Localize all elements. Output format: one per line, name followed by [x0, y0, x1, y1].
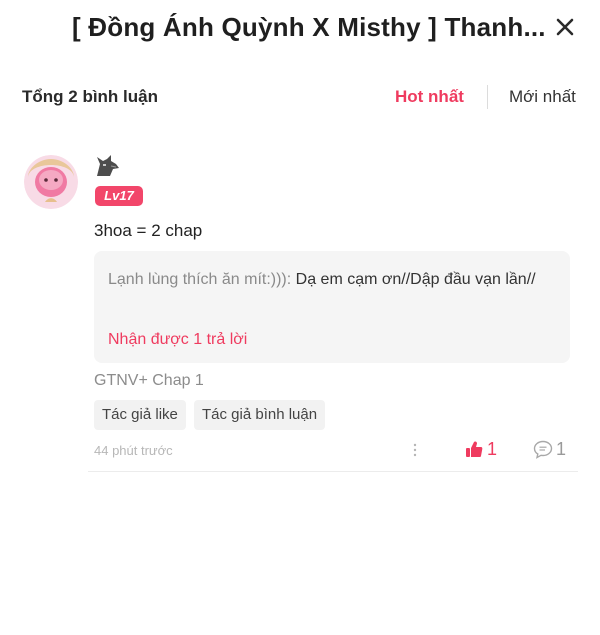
more-options-icon[interactable] — [410, 442, 420, 458]
thumbs-up-icon[interactable] — [465, 440, 483, 458]
total-comments: Tổng 2 bình luận — [22, 87, 158, 106]
avatar[interactable] — [24, 155, 78, 209]
wolf-icon — [94, 154, 120, 178]
comment-summary-bar: Tổng 2 bình luận Hot nhất Mới nhất — [0, 78, 600, 118]
like-count: 1 — [487, 439, 498, 459]
sort-newest-tab[interactable]: Mới nhất — [509, 87, 576, 107]
reply-count-link[interactable]: Nhận được 1 trả lời — [108, 331, 247, 349]
comment-meta-row: 44 phút trước 1 1 — [0, 436, 600, 464]
reply-preview-box[interactable]: Lạnh lùng thích ăn mít:))): Dạ em cạm ơn… — [94, 251, 570, 363]
author-reply-tag: Tác giả bình luận — [194, 400, 326, 430]
reply-preview-text: Lạnh lùng thích ăn mít:))): Dạ em cạm ơn… — [108, 265, 558, 295]
reply-count: 1 — [556, 439, 567, 459]
close-icon — [556, 18, 574, 36]
sort-divider — [487, 85, 488, 109]
avatar-image — [24, 155, 78, 209]
chapter-label[interactable]: GTNV+ Chap 1 — [94, 372, 204, 390]
level-badge: Lv17 — [95, 186, 143, 206]
reply-content: Dạ em cạm ơn//Dập đầu vạn lần// — [291, 271, 536, 288]
close-button[interactable] — [551, 13, 579, 41]
comment-time: 44 phút trước — [94, 443, 173, 458]
comment-text: 3hoa = 2 chap — [94, 221, 203, 240]
comment-bubble-icon[interactable] — [533, 440, 553, 459]
sort-hot-tab[interactable]: Hot nhất — [395, 87, 464, 107]
comment-divider — [88, 471, 578, 472]
story-title: [ Đồng Ánh Quỳnh X Misthy ] Thanh... — [72, 12, 546, 42]
reply-author: Lạnh lùng thích ăn mít:))): — [108, 271, 292, 288]
author-like-tag: Tác giả like — [94, 400, 186, 430]
modal-header: [ Đồng Ánh Quỳnh X Misthy ] Thanh... — [0, 0, 600, 60]
